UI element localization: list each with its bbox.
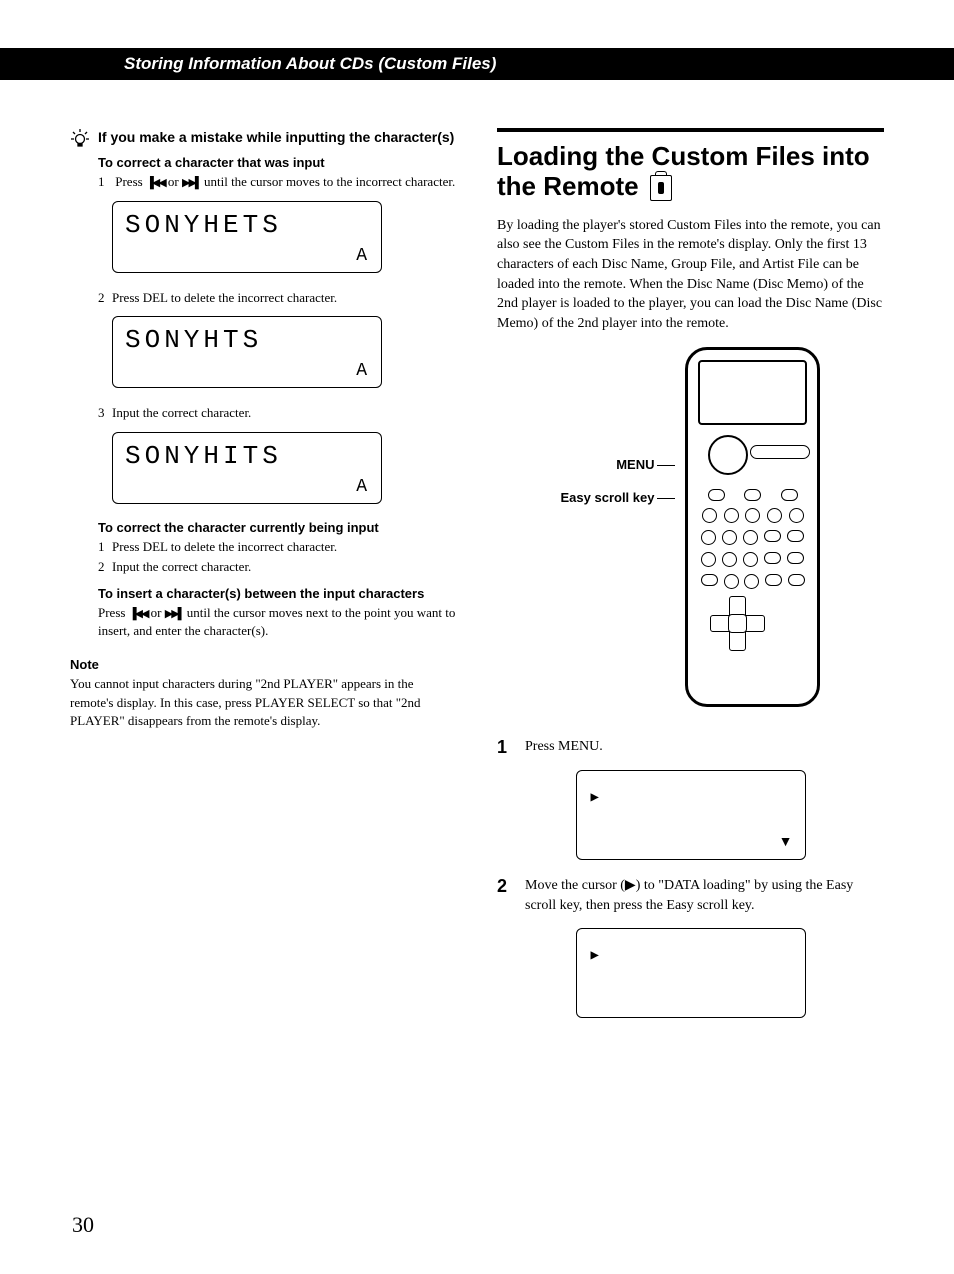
- remote-bar: [750, 445, 810, 459]
- display-2: SONYHTS A: [112, 316, 382, 388]
- step-3: 3Input the correct character.: [98, 404, 457, 422]
- remote-wheel: [708, 435, 748, 475]
- right-column: Loading the Custom Files into the Remote…: [497, 128, 884, 1034]
- down-arrow-icon: ▼: [779, 835, 793, 851]
- next-icon: ▶▶▌: [182, 177, 201, 189]
- note-text: You cannot input characters during "2nd …: [70, 675, 457, 730]
- remote-screen: [698, 360, 807, 425]
- prev-icon: ▐◀◀: [146, 177, 165, 189]
- remote-icon: [650, 175, 672, 201]
- play-icon: ▶: [625, 878, 636, 893]
- step-2: 2Press DEL to delete the incorrect chara…: [98, 289, 457, 307]
- menu-label: MENU: [616, 457, 654, 472]
- correct-input-heading: To correct a character that was input: [98, 155, 457, 170]
- insert-text: Press ▐◀◀ or ▶▶▌ until the cursor moves …: [98, 604, 457, 639]
- cc-step-2: 2Input the correct character.: [98, 558, 457, 576]
- display-3: SONYHITS A: [112, 432, 382, 504]
- prev-icon: ▐◀◀: [129, 608, 148, 620]
- right-step-2: 2 Move the cursor (▶) to "DATA loading" …: [497, 876, 884, 915]
- right-step-1: 1 Press MENU.: [497, 737, 884, 758]
- section-header: Storing Information About CDs (Custom Fi…: [0, 48, 954, 80]
- step-1: 1 Press ▐◀◀ or ▶▶▌ until the cursor move…: [98, 173, 457, 191]
- remote-dpad: [710, 596, 765, 651]
- remote-device: [685, 347, 820, 707]
- section-title: Loading the Custom Files into the Remote: [497, 142, 884, 202]
- section-header-title: Storing Information About CDs (Custom Fi…: [14, 54, 940, 74]
- left-column: If you make a mistake while inputting th…: [70, 128, 457, 1034]
- correct-current-heading: To correct the character currently being…: [98, 520, 457, 535]
- cursor-icon: ▶: [591, 789, 599, 806]
- section-rule: [497, 128, 884, 132]
- section-body: By loading the player's stored Custom Fi…: [497, 216, 884, 334]
- display-1: SONYHETS A: [112, 201, 382, 273]
- insert-heading: To insert a character(s) between the inp…: [98, 586, 457, 601]
- remote-diagram: MENU Easy scroll key: [497, 347, 884, 717]
- tip-title: If you make a mistake while inputting th…: [98, 128, 457, 147]
- easy-scroll-label: Easy scroll key: [561, 490, 655, 505]
- page-number: 30: [72, 1212, 94, 1238]
- cursor-icon: ▶: [591, 947, 599, 964]
- right-display-1: ▶ ▼: [576, 770, 806, 860]
- remote-labels: MENU Easy scroll key: [561, 347, 676, 507]
- cc-step-1: 1Press DEL to delete the incorrect chara…: [98, 538, 457, 556]
- note-heading: Note: [70, 657, 457, 672]
- tip-icon: [70, 128, 90, 155]
- right-display-2: ▶: [576, 928, 806, 1018]
- next-icon: ▶▶▌: [165, 608, 184, 620]
